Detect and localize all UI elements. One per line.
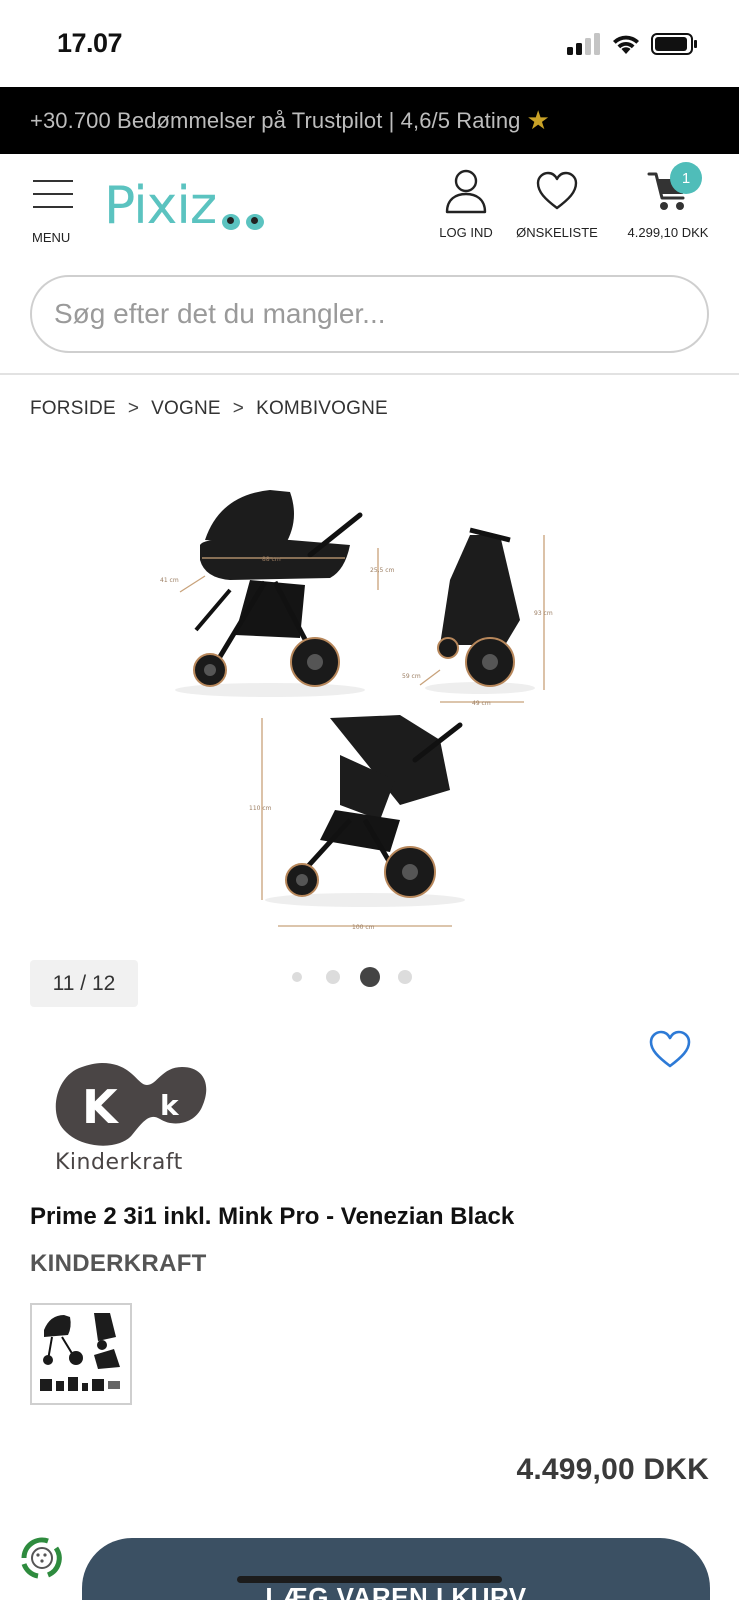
heart-icon [536,171,578,210]
brand-logo-text: Kinderkraft [55,1150,183,1175]
trustpilot-banner[interactable]: +30.700 Bedømmelser på Trustpilot | 4,6/… [0,87,739,154]
product-image[interactable]: .dim { stroke: #c8a27a; stroke-width: 1.… [0,460,739,940]
home-indicator[interactable] [237,1576,502,1583]
dim-25cm: 25,5 cm [370,567,395,574]
add-to-cart-label: LÆG VAREN I KURV [265,1582,527,1600]
breadcrumb: FORSIDE > VOGNE > KOMBIVOGNE [30,398,388,420]
gallery-dot[interactable] [292,972,302,982]
dim-110cm: 110 cm [249,805,272,812]
signal-icon [567,33,600,55]
cart-count-badge: 1 [670,162,702,194]
gallery-dot[interactable] [326,970,340,984]
breadcrumb-forside[interactable]: FORSIDE [30,398,116,420]
seat-stroller-image: 110 cm 100 cm [249,715,465,931]
status-icons [567,32,699,56]
gallery-dot[interactable] [398,970,412,984]
login-button[interactable]: LOG IND [434,168,498,240]
dim-93cm: 93 cm [534,610,553,617]
variant-thumbnail-image [40,1313,120,1391]
add-to-cart-button[interactable]: LÆG VAREN I KURV [82,1538,710,1600]
product-price: 4.499,00 DKK [516,1453,709,1486]
header-divider [0,373,739,375]
folded-stroller-image: 93 cm 59 cm 49 cm [402,527,553,707]
carrycot-stroller-image: 88 cm 25,5 cm 41 cm [160,490,395,697]
variant-thumbnail[interactable] [30,1303,132,1405]
gallery-dot-active[interactable] [360,967,380,987]
breadcrumb-separator: > [127,398,140,419]
logo-text: Pixiz [104,176,217,236]
search-bar[interactable] [30,275,709,353]
site-header: MENU Pixiz LOG IND ØNSKELISTE 4.299,10 D… [0,154,739,254]
recycle-badge-icon[interactable] [12,1528,72,1588]
product-gallery[interactable]: .dim { stroke: #c8a27a; stroke-width: 1.… [0,460,739,940]
breadcrumb-separator: > [232,398,245,419]
login-label: LOG IND [439,225,493,240]
logo-eyes-icon [222,214,264,230]
svg-text:k: k [160,1089,180,1122]
battery-icon [651,33,697,55]
dim-49cm: 49 cm [472,700,491,707]
hamburger-icon-line [33,206,73,208]
status-time: 17.07 [57,28,123,58]
status-bar: 17.07 [0,0,739,87]
add-to-wishlist-heart-icon[interactable] [648,1029,692,1069]
wishlist-button[interactable]: ØNSKELISTE [512,168,602,240]
breadcrumb-vogne[interactable]: VOGNE [151,398,221,420]
product-brand[interactable]: KINDERKRAFT [30,1250,207,1278]
wishlist-label: ØNSKELISTE [516,225,598,240]
dim-88cm: 88 cm [262,556,281,563]
dim-100cm: 100 cm [352,924,375,931]
search-input[interactable] [54,298,707,330]
breadcrumb-kombivogne[interactable]: KOMBIVOGNE [256,398,388,420]
dim-41cm: 41 cm [160,577,179,584]
cart-button[interactable]: 4.299,10 DKK [618,168,718,240]
wifi-icon [613,35,639,54]
hamburger-icon [33,180,73,182]
menu-label: MENU [32,230,71,245]
svg-text:K: K [82,1080,120,1134]
cart-total: 4.299,10 DKK [627,225,709,240]
promo-text: +30.700 Bedømmelser på Trustpilot | 4,6/… [30,107,521,133]
product-title: Prime 2 3i1 inkl. Mink Pro - Venezian Bl… [30,1203,515,1230]
user-icon [445,169,487,214]
hamburger-icon-line [33,193,73,195]
dim-59cm: 59 cm [402,673,421,680]
star-icon: ★ [526,105,550,135]
gallery-counter: 11 / 12 [30,960,138,1007]
